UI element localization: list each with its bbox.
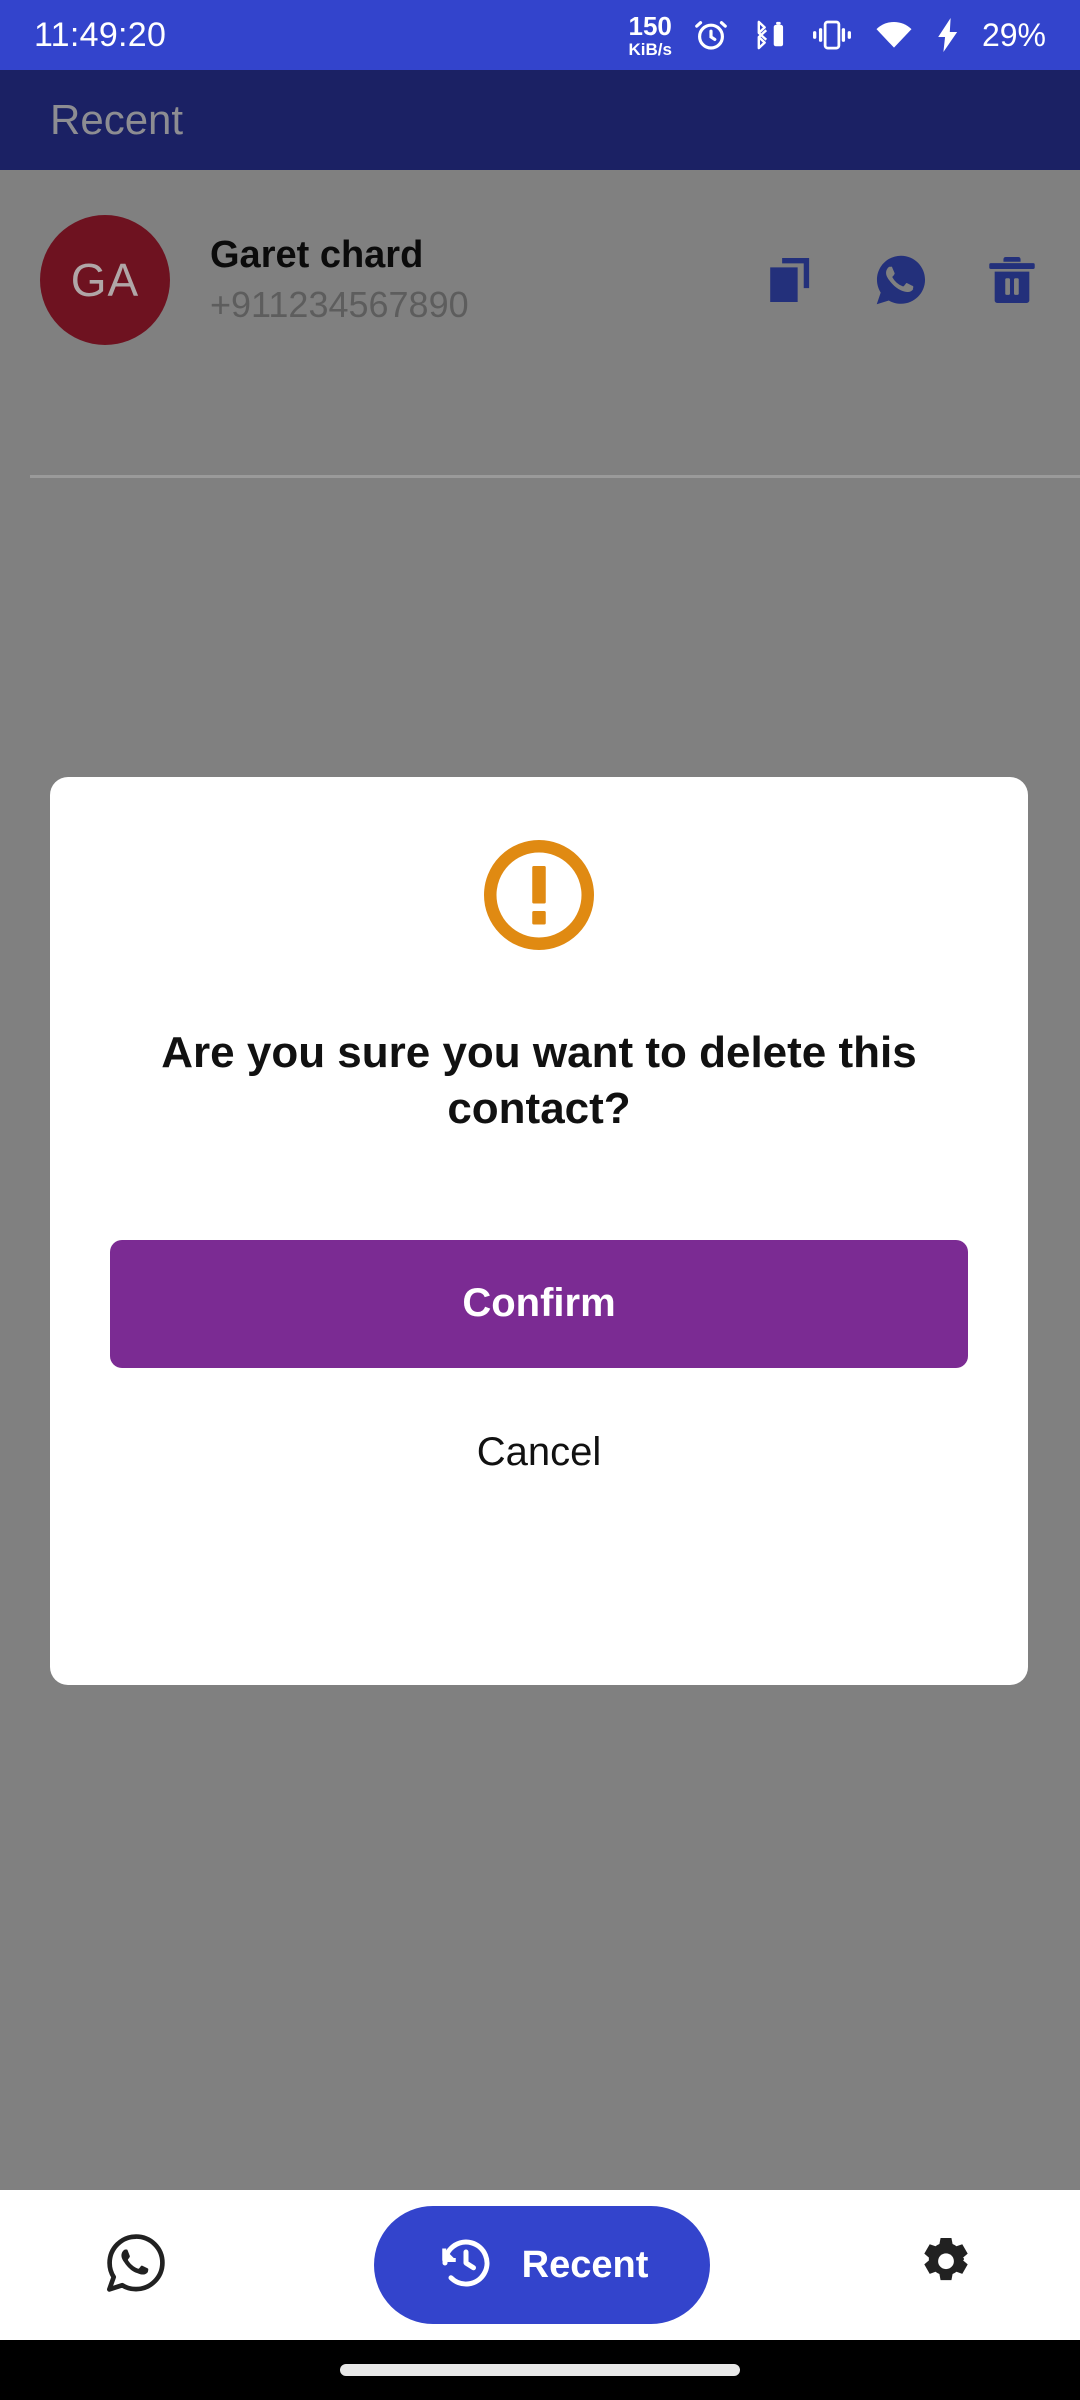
status-bar: 11:49:20 150 KiB/s 29%	[0, 0, 1080, 70]
network-speed-unit: KiB/s	[628, 39, 672, 59]
bluetooth-battery-icon	[750, 15, 790, 55]
gesture-navigation-bar	[0, 2340, 1080, 2400]
cancel-button[interactable]: Cancel	[477, 1430, 602, 1475]
avatar: GA	[40, 215, 170, 345]
nav-item-settings[interactable]	[915, 2232, 977, 2299]
charging-bolt-icon	[934, 17, 962, 53]
whatsapp-icon[interactable]	[873, 252, 929, 308]
copy-icon[interactable]	[762, 252, 818, 308]
status-icons: 150 KiB/s 29%	[628, 13, 1046, 58]
nav-pill-active[interactable]: Recent	[373, 2206, 711, 2324]
status-clock: 11:49:20	[34, 15, 167, 54]
history-icon	[436, 2233, 496, 2298]
nav-pill-label: Recent	[521, 2243, 649, 2286]
nav-item-whatsapp[interactable]	[103, 2230, 169, 2301]
contact-text-block: Garet chard +911234567890	[210, 234, 469, 325]
nav-item-recent[interactable]: Recent	[373, 2206, 711, 2324]
warning-exclamation-circle-icon	[479, 835, 599, 955]
list-divider	[30, 475, 1080, 478]
network-speed-indicator: 150 KiB/s	[628, 13, 671, 58]
whatsapp-icon	[103, 2230, 169, 2301]
dialog-message: Are you sure you want to delete this con…	[161, 1028, 917, 1134]
page-title: Recent	[50, 96, 184, 143]
contact-list-item[interactable]: GA Garet chard +911234567890	[0, 200, 1080, 360]
avatar-initials: GA	[70, 254, 140, 306]
confirm-button[interactable]: Confirm	[110, 1239, 968, 1368]
battery-percent: 29%	[981, 16, 1046, 53]
contact-phone: +911234567890	[210, 284, 469, 326]
gesture-handle[interactable]	[340, 2364, 740, 2376]
bottom-navigation-bar: Recent	[0, 2190, 1080, 2340]
delete-icon[interactable]	[984, 252, 1040, 308]
contact-name: Garet chard	[210, 234, 424, 277]
contact-actions	[762, 252, 1040, 308]
network-speed-value: 150	[628, 10, 672, 41]
delete-confirmation-dialog: Are you sure you want to delete this con…	[50, 777, 1028, 1685]
phone-screen: 11:49:20 150 KiB/s 29% Recent GA Garet c…	[0, 0, 1080, 2400]
vibrate-icon	[810, 19, 854, 51]
alarm-icon	[692, 16, 730, 54]
app-bar: Recent	[0, 70, 1080, 170]
wifi-icon	[874, 19, 914, 51]
gear-icon	[915, 2232, 977, 2299]
